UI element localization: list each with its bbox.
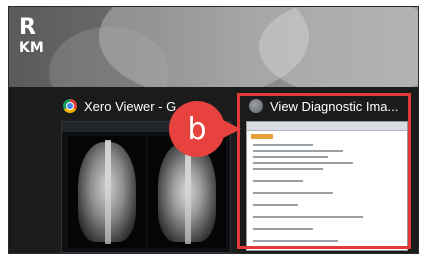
marker-r-label: R <box>19 15 36 40</box>
xray-image-background: R KM <box>9 7 418 87</box>
xray-pane-left <box>68 136 146 248</box>
step-callout-b: b <box>169 101 225 157</box>
thumbnail-title: Xero Viewer - G <box>84 98 177 114</box>
xray-side-marker: R KM <box>19 15 44 56</box>
highlight-border <box>237 93 411 249</box>
thumbnail-title-row: Xero Viewer - G <box>63 97 176 115</box>
chrome-icon <box>63 99 77 113</box>
callout-label: b <box>187 111 207 147</box>
screenshot-frame: R KM Xero Viewer - G View Diagnostic Ima… <box>8 6 419 254</box>
marker-km-label: KM <box>19 40 44 56</box>
